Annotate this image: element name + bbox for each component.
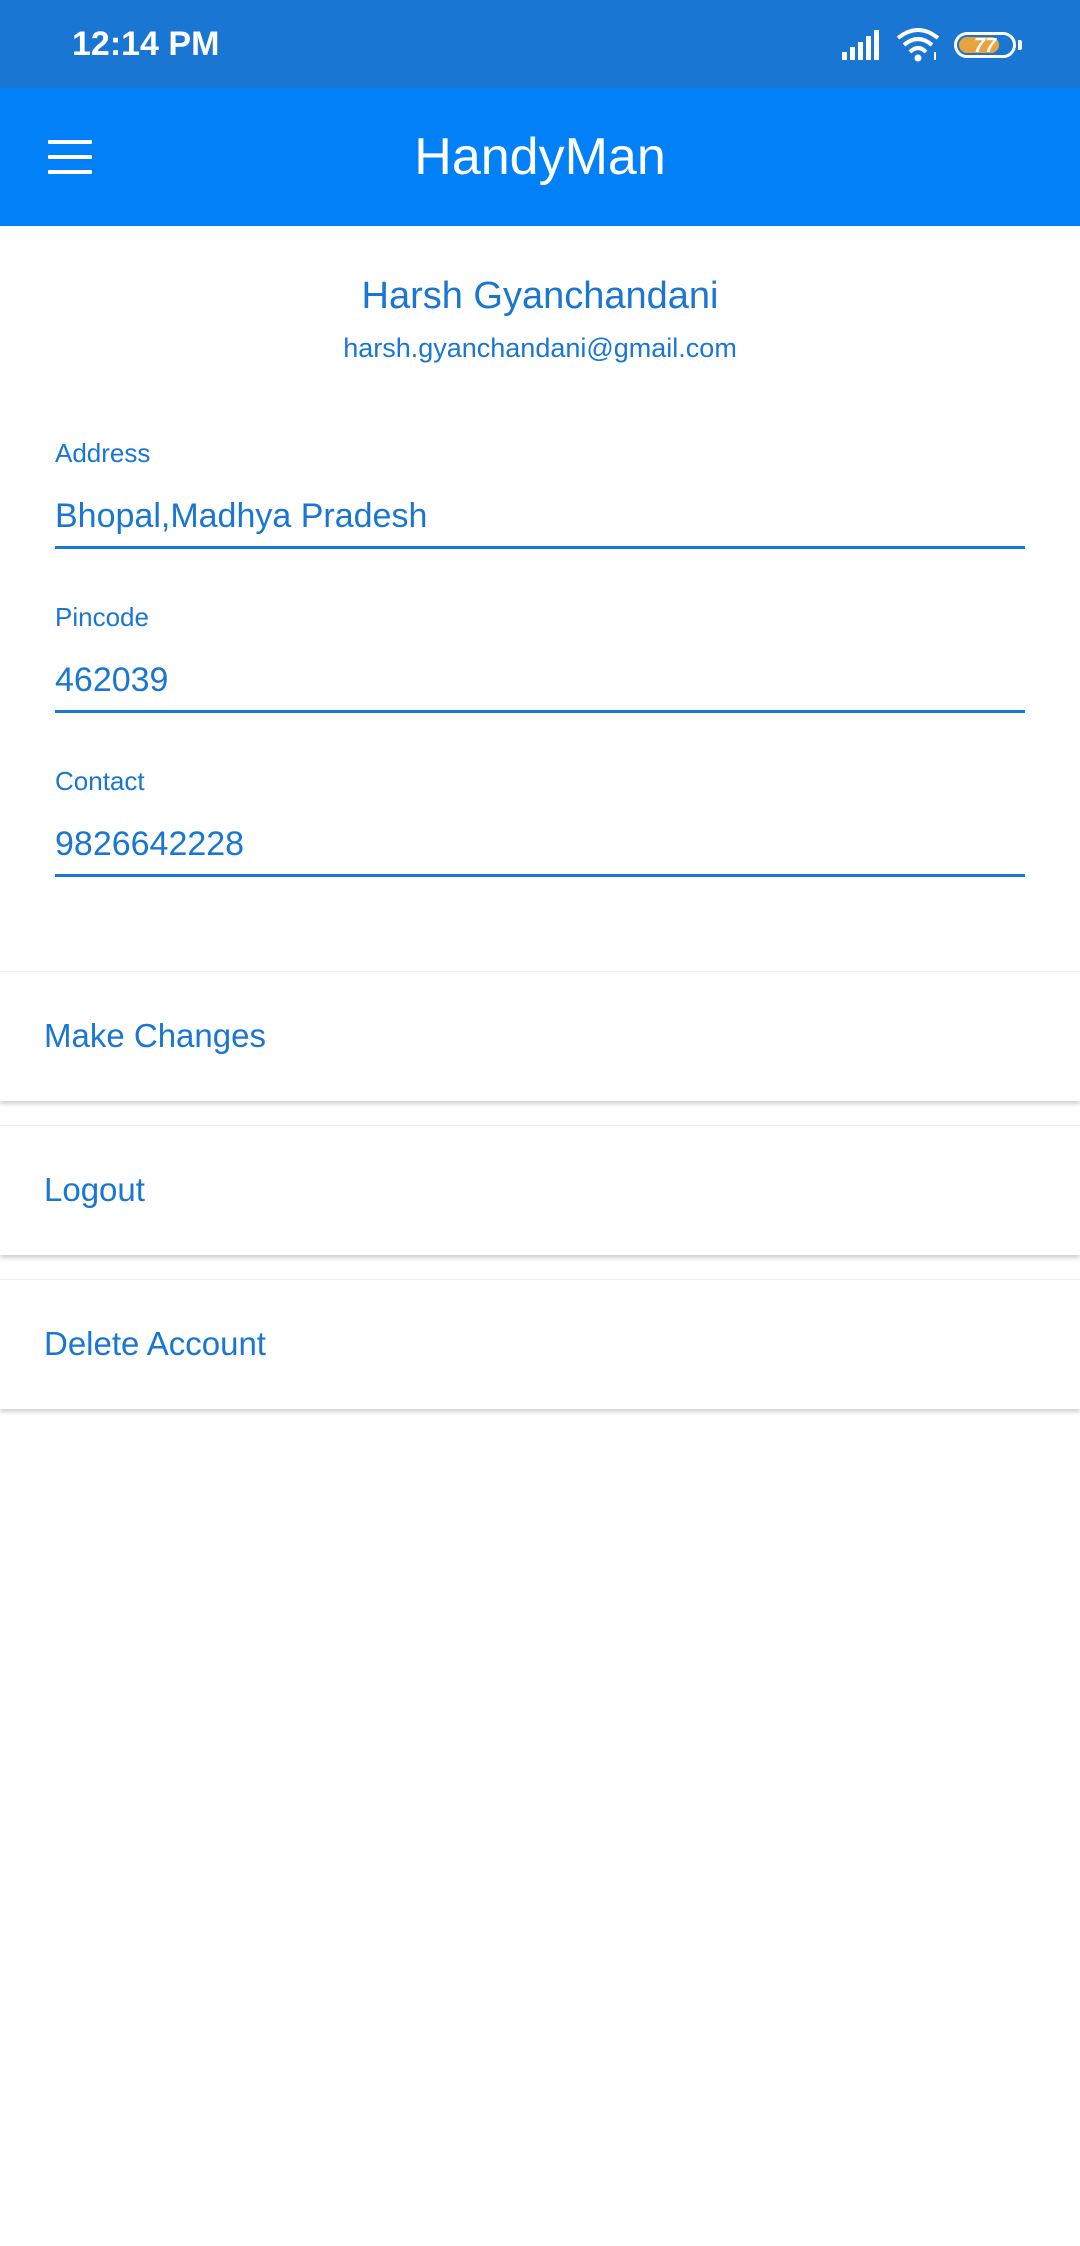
- wifi-icon: [896, 28, 940, 62]
- signal-icon: [842, 30, 879, 60]
- battery-level: 77: [973, 35, 997, 57]
- pincode-field-group: Pincode: [55, 602, 1025, 713]
- address-input[interactable]: [55, 496, 1025, 549]
- contact-field-group: Contact: [55, 766, 1025, 877]
- battery-icon: 77: [954, 32, 1016, 58]
- app-title: HandyMan: [414, 128, 666, 186]
- app-bar: HandyMan: [0, 88, 1080, 226]
- contact-label: Contact: [55, 766, 145, 796]
- battery-tip: [1018, 40, 1022, 50]
- status-icons: 77: [842, 28, 1022, 62]
- profile-email: harsh.gyanchandani@gmail.com: [343, 333, 737, 363]
- logout-label: Logout: [44, 1171, 145, 1208]
- address-label: Address: [55, 438, 151, 468]
- delete-account-label: Delete Account: [44, 1325, 266, 1362]
- make-changes-label: Make Changes: [44, 1017, 266, 1054]
- pincode-label: Pincode: [55, 602, 149, 632]
- delete-account-button[interactable]: Delete Account: [0, 1279, 1080, 1409]
- pincode-input[interactable]: [55, 660, 1025, 713]
- make-changes-button[interactable]: Make Changes: [0, 971, 1080, 1101]
- contact-input[interactable]: [55, 824, 1025, 877]
- address-field-group: Address: [55, 438, 1025, 549]
- logout-button[interactable]: Logout: [0, 1125, 1080, 1255]
- profile-name: Harsh Gyanchandani: [361, 275, 719, 317]
- status-bar: 12:14 PM 77: [0, 0, 1080, 88]
- status-time: 12:14 PM: [72, 25, 220, 63]
